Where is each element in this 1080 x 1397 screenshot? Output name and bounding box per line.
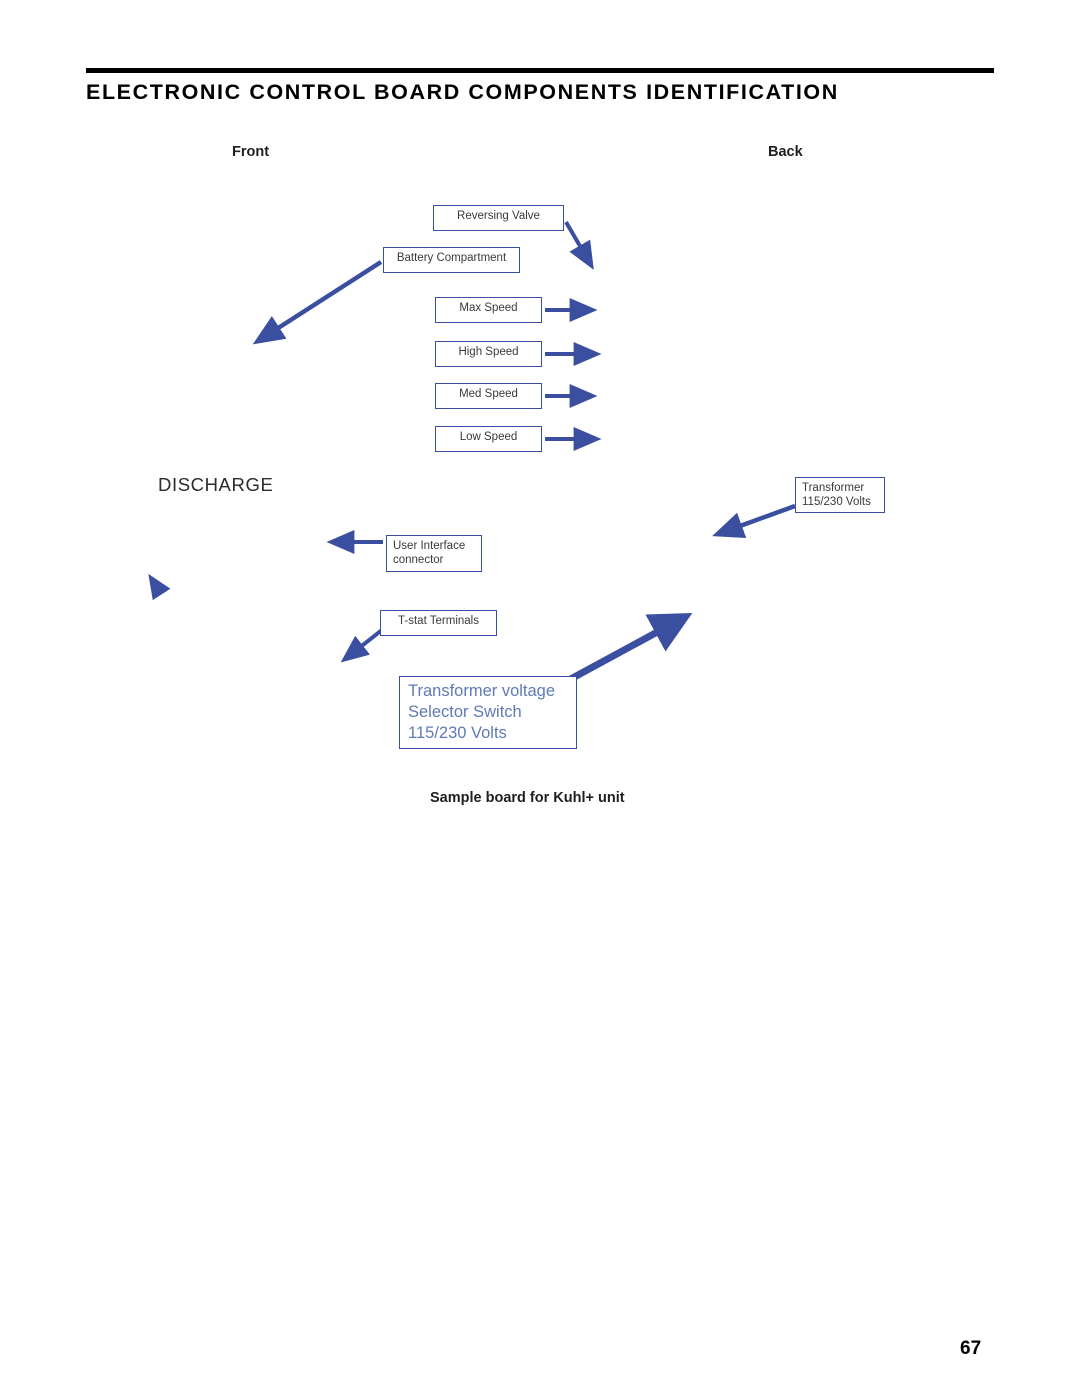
column-caption-back: Back [768, 144, 803, 160]
callout-reversing-valve: Reversing Valve [433, 205, 564, 231]
arrow-stray-pointer [148, 573, 171, 601]
callout-tstat-terminals: T-stat Terminals [380, 610, 497, 636]
callout-low-speed: Low Speed [435, 426, 542, 452]
callout-max-speed: Max Speed [435, 297, 542, 323]
callout-user-interface-connector: User Interface connector [386, 535, 482, 572]
column-caption-front: Front [232, 144, 270, 160]
arrow-transformer-115-230 [712, 503, 796, 539]
callout-med-speed: Med Speed [435, 383, 542, 409]
document-page: ELECTRONIC CONTROL BOARD COMPONENTS IDEN… [0, 0, 1080, 1397]
arrow-battery-compartment [252, 260, 383, 345]
arrow-reversing-valve [564, 220, 594, 270]
arrow-tstat-terminals [340, 628, 384, 663]
page-title: ELECTRONIC CONTROL BOARD COMPONENTS IDEN… [86, 80, 839, 104]
callout-high-speed: High Speed [435, 341, 542, 367]
discharge-label: DISCHARGE [158, 474, 274, 495]
callout-transformer-115-230: Transformer 115/230 Volts [795, 477, 885, 513]
callout-battery-compartment: Battery Compartment [383, 247, 520, 273]
board-caption: Sample board for Kuhl+ unit [430, 790, 625, 806]
header-divider [86, 68, 994, 73]
page-number: 67 [960, 1338, 982, 1359]
callout-transformer-voltage-selector: Transformer voltage Selector Switch 115/… [399, 676, 577, 749]
